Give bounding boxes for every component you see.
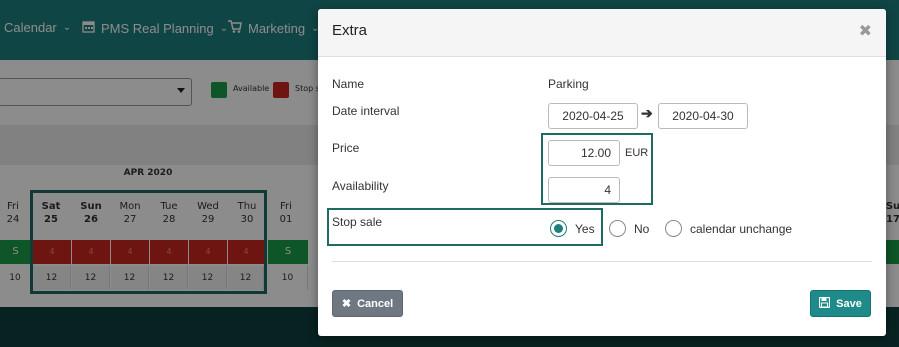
save-icon [819, 296, 831, 311]
date-to-input[interactable]: 2020-04-30 [658, 103, 748, 129]
date-from-input[interactable]: 2020-04-25 [548, 103, 638, 129]
cancel-button-label: Cancel [357, 297, 394, 310]
price-label: Price [332, 141, 360, 155]
save-button-label: Save [836, 297, 862, 310]
date-interval-label: Date interval [332, 104, 400, 118]
modal-divider [332, 261, 872, 262]
stop-sale-no-label: No [634, 222, 650, 236]
cancel-button[interactable]: ✖ Cancel [332, 290, 403, 317]
extra-modal: Extra ✖ Name Parking Date interval 2020-… [318, 9, 886, 336]
save-button[interactable]: Save [810, 290, 871, 317]
close-icon[interactable]: ✖ [859, 21, 872, 40]
price-availability-highlight [541, 133, 653, 205]
close-icon: ✖ [341, 298, 352, 310]
modal-title: Extra [332, 22, 368, 39]
stop-sale-yes-label: Yes [575, 222, 595, 236]
availability-label: Availability [332, 179, 389, 193]
arrow-right-icon: ➔ [641, 105, 653, 121]
name-label: Name [332, 77, 365, 91]
modal-header: Extra ✖ [318, 9, 886, 57]
stop-sale-yes-radio[interactable] [550, 220, 567, 237]
name-value: Parking [548, 77, 589, 91]
stop-sale-no-radio[interactable] [609, 220, 626, 237]
stop-sale-unchange-label: calendar unchange [690, 222, 793, 236]
stop-sale-unchange-radio[interactable] [665, 220, 682, 237]
